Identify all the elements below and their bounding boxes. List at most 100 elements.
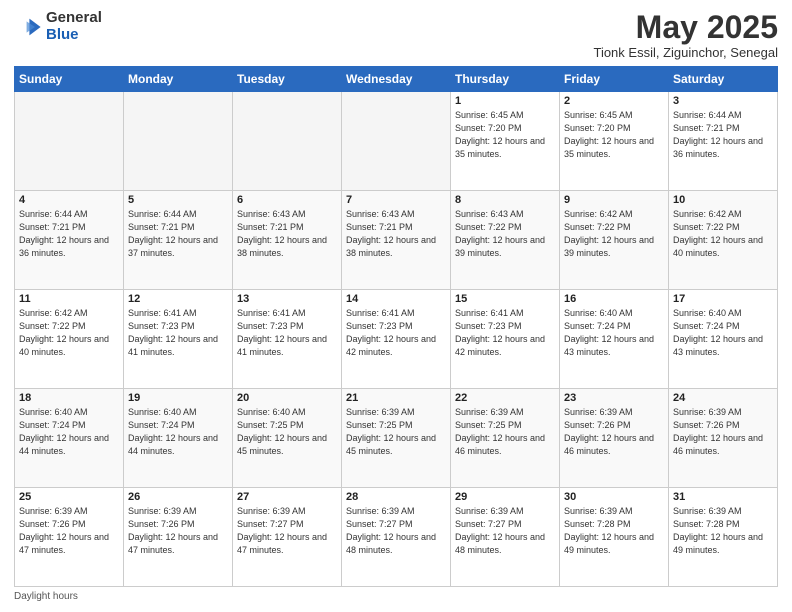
calendar-week-row: 4 Sunrise: 6:44 AM Sunset: 7:21 PM Daylig… bbox=[15, 191, 778, 290]
day-info: Sunrise: 6:39 AM Sunset: 7:26 PM Dayligh… bbox=[673, 406, 773, 458]
day-number: 21 bbox=[346, 392, 446, 404]
main-title: May 2025 bbox=[593, 10, 778, 45]
weekday-header-friday: Friday bbox=[560, 67, 669, 92]
calendar-week-row: 25Sunrise: 6:39 AM Sunset: 7:26 PM Dayli… bbox=[15, 488, 778, 587]
logo-icon bbox=[14, 13, 42, 41]
day-number: 17 bbox=[673, 293, 773, 305]
day-number: 23 bbox=[564, 392, 664, 404]
weekday-header-thursday: Thursday bbox=[451, 67, 560, 92]
day-number: 20 bbox=[237, 392, 337, 404]
day-info: Sunrise: 6:45 AM Sunset: 7:20 PM Dayligh… bbox=[564, 109, 664, 161]
day-number: 1 bbox=[455, 95, 555, 107]
calendar-cell: 15 Sunrise: 6:41 AM Sunset: 7:23 PM Dayli… bbox=[451, 290, 560, 389]
calendar-cell: 16 Sunrise: 6:40 AM Sunset: 7:24 PM Dayli… bbox=[560, 290, 669, 389]
calendar-cell: 30Sunrise: 6:39 AM Sunset: 7:28 PM Dayli… bbox=[560, 488, 669, 587]
weekday-header-monday: Monday bbox=[124, 67, 233, 92]
day-number: 9 bbox=[564, 194, 664, 206]
calendar-cell: 14 Sunrise: 6:41 AM Sunset: 7:23 PM Dayli… bbox=[342, 290, 451, 389]
calendar-cell: 28 Sunrise: 6:39 AM Sunset: 7:27 PM Dayli… bbox=[342, 488, 451, 587]
weekday-header-sunday: Sunday bbox=[15, 67, 124, 92]
day-info: Sunrise: 6:39 AM Sunset: 7:26 PM Dayligh… bbox=[564, 406, 664, 458]
day-number: 30 bbox=[564, 491, 664, 503]
day-number: 7 bbox=[346, 194, 446, 206]
calendar-cell: 11Sunrise: 6:42 AM Sunset: 7:22 PM Dayli… bbox=[15, 290, 124, 389]
day-info: Sunrise: 6:40 AM Sunset: 7:24 PM Dayligh… bbox=[673, 307, 773, 359]
calendar-cell bbox=[233, 92, 342, 191]
calendar-cell: 10Sunrise: 6:42 AM Sunset: 7:22 PM Dayli… bbox=[669, 191, 778, 290]
day-number: 22 bbox=[455, 392, 555, 404]
day-number: 27 bbox=[237, 491, 337, 503]
day-info: Sunrise: 6:44 AM Sunset: 7:21 PM Dayligh… bbox=[128, 208, 228, 260]
calendar-cell bbox=[15, 92, 124, 191]
calendar-cell bbox=[124, 92, 233, 191]
day-number: 14 bbox=[346, 293, 446, 305]
header: General Blue May 2025 Tionk Essil, Zigui… bbox=[14, 10, 778, 60]
day-info: Sunrise: 6:41 AM Sunset: 7:23 PM Dayligh… bbox=[237, 307, 337, 359]
logo-general: General bbox=[46, 10, 102, 27]
logo-text: General Blue bbox=[46, 10, 102, 43]
calendar-week-row: 11Sunrise: 6:42 AM Sunset: 7:22 PM Dayli… bbox=[15, 290, 778, 389]
calendar-cell: 17 Sunrise: 6:40 AM Sunset: 7:24 PM Dayli… bbox=[669, 290, 778, 389]
day-number: 6 bbox=[237, 194, 337, 206]
day-info: Sunrise: 6:39 AM Sunset: 7:27 PM Dayligh… bbox=[455, 505, 555, 557]
day-number: 26 bbox=[128, 491, 228, 503]
calendar-cell: 20 Sunrise: 6:40 AM Sunset: 7:25 PM Dayli… bbox=[233, 389, 342, 488]
day-number: 15 bbox=[455, 293, 555, 305]
day-info: Sunrise: 6:43 AM Sunset: 7:22 PM Dayligh… bbox=[455, 208, 555, 260]
day-info: Sunrise: 6:39 AM Sunset: 7:25 PM Dayligh… bbox=[346, 406, 446, 458]
day-number: 8 bbox=[455, 194, 555, 206]
calendar-cell: 7 Sunrise: 6:43 AM Sunset: 7:21 PM Daylig… bbox=[342, 191, 451, 290]
day-number: 29 bbox=[455, 491, 555, 503]
day-number: 31 bbox=[673, 491, 773, 503]
calendar-cell: 27Sunrise: 6:39 AM Sunset: 7:27 PM Dayli… bbox=[233, 488, 342, 587]
day-info: Sunrise: 6:44 AM Sunset: 7:21 PM Dayligh… bbox=[19, 208, 119, 260]
day-info: Sunrise: 6:42 AM Sunset: 7:22 PM Dayligh… bbox=[564, 208, 664, 260]
calendar-cell: 13Sunrise: 6:41 AM Sunset: 7:23 PM Dayli… bbox=[233, 290, 342, 389]
day-info: Sunrise: 6:45 AM Sunset: 7:20 PM Dayligh… bbox=[455, 109, 555, 161]
day-number: 2 bbox=[564, 95, 664, 107]
day-info: Sunrise: 6:41 AM Sunset: 7:23 PM Dayligh… bbox=[346, 307, 446, 359]
day-info: Sunrise: 6:43 AM Sunset: 7:21 PM Dayligh… bbox=[237, 208, 337, 260]
day-info: Sunrise: 6:40 AM Sunset: 7:24 PM Dayligh… bbox=[564, 307, 664, 359]
calendar-table: SundayMondayTuesdayWednesdayThursdayFrid… bbox=[14, 66, 778, 587]
day-info: Sunrise: 6:40 AM Sunset: 7:25 PM Dayligh… bbox=[237, 406, 337, 458]
page: General Blue May 2025 Tionk Essil, Zigui… bbox=[0, 0, 792, 612]
day-number: 18 bbox=[19, 392, 119, 404]
calendar-cell: 2 Sunrise: 6:45 AM Sunset: 7:20 PM Daylig… bbox=[560, 92, 669, 191]
title-block: May 2025 Tionk Essil, Ziguinchor, Senega… bbox=[593, 10, 778, 60]
calendar-cell: 6 Sunrise: 6:43 AM Sunset: 7:21 PM Daylig… bbox=[233, 191, 342, 290]
day-number: 10 bbox=[673, 194, 773, 206]
calendar-cell: 4 Sunrise: 6:44 AM Sunset: 7:21 PM Daylig… bbox=[15, 191, 124, 290]
calendar-cell: 22Sunrise: 6:39 AM Sunset: 7:25 PM Dayli… bbox=[451, 389, 560, 488]
calendar-header-row: SundayMondayTuesdayWednesdayThursdayFrid… bbox=[15, 67, 778, 92]
day-number: 12 bbox=[128, 293, 228, 305]
calendar-week-row: 1 Sunrise: 6:45 AM Sunset: 7:20 PM Daylig… bbox=[15, 92, 778, 191]
day-info: Sunrise: 6:39 AM Sunset: 7:26 PM Dayligh… bbox=[128, 505, 228, 557]
day-number: 19 bbox=[128, 392, 228, 404]
calendar-cell: 29 Sunrise: 6:39 AM Sunset: 7:27 PM Dayli… bbox=[451, 488, 560, 587]
day-info: Sunrise: 6:40 AM Sunset: 7:24 PM Dayligh… bbox=[19, 406, 119, 458]
day-info: Sunrise: 6:44 AM Sunset: 7:21 PM Dayligh… bbox=[673, 109, 773, 161]
weekday-header-wednesday: Wednesday bbox=[342, 67, 451, 92]
weekday-header-saturday: Saturday bbox=[669, 67, 778, 92]
day-info: Sunrise: 6:41 AM Sunset: 7:23 PM Dayligh… bbox=[128, 307, 228, 359]
calendar-cell: 19Sunrise: 6:40 AM Sunset: 7:24 PM Dayli… bbox=[124, 389, 233, 488]
calendar-cell: 5Sunrise: 6:44 AM Sunset: 7:21 PM Daylig… bbox=[124, 191, 233, 290]
calendar-cell: 3Sunrise: 6:44 AM Sunset: 7:21 PM Daylig… bbox=[669, 92, 778, 191]
day-number: 28 bbox=[346, 491, 446, 503]
day-info: Sunrise: 6:39 AM Sunset: 7:27 PM Dayligh… bbox=[346, 505, 446, 557]
calendar-cell: 9 Sunrise: 6:42 AM Sunset: 7:22 PM Daylig… bbox=[560, 191, 669, 290]
day-info: Sunrise: 6:39 AM Sunset: 7:28 PM Dayligh… bbox=[673, 505, 773, 557]
subtitle: Tionk Essil, Ziguinchor, Senegal bbox=[593, 45, 778, 60]
calendar-cell: 18 Sunrise: 6:40 AM Sunset: 7:24 PM Dayli… bbox=[15, 389, 124, 488]
calendar-cell: 8 Sunrise: 6:43 AM Sunset: 7:22 PM Daylig… bbox=[451, 191, 560, 290]
day-number: 4 bbox=[19, 194, 119, 206]
day-number: 16 bbox=[564, 293, 664, 305]
day-info: Sunrise: 6:41 AM Sunset: 7:23 PM Dayligh… bbox=[455, 307, 555, 359]
calendar-cell bbox=[342, 92, 451, 191]
day-number: 24 bbox=[673, 392, 773, 404]
day-info: Sunrise: 6:43 AM Sunset: 7:21 PM Dayligh… bbox=[346, 208, 446, 260]
calendar-cell: 1 Sunrise: 6:45 AM Sunset: 7:20 PM Daylig… bbox=[451, 92, 560, 191]
day-info: Sunrise: 6:39 AM Sunset: 7:26 PM Dayligh… bbox=[19, 505, 119, 557]
calendar-cell: 25Sunrise: 6:39 AM Sunset: 7:26 PM Dayli… bbox=[15, 488, 124, 587]
